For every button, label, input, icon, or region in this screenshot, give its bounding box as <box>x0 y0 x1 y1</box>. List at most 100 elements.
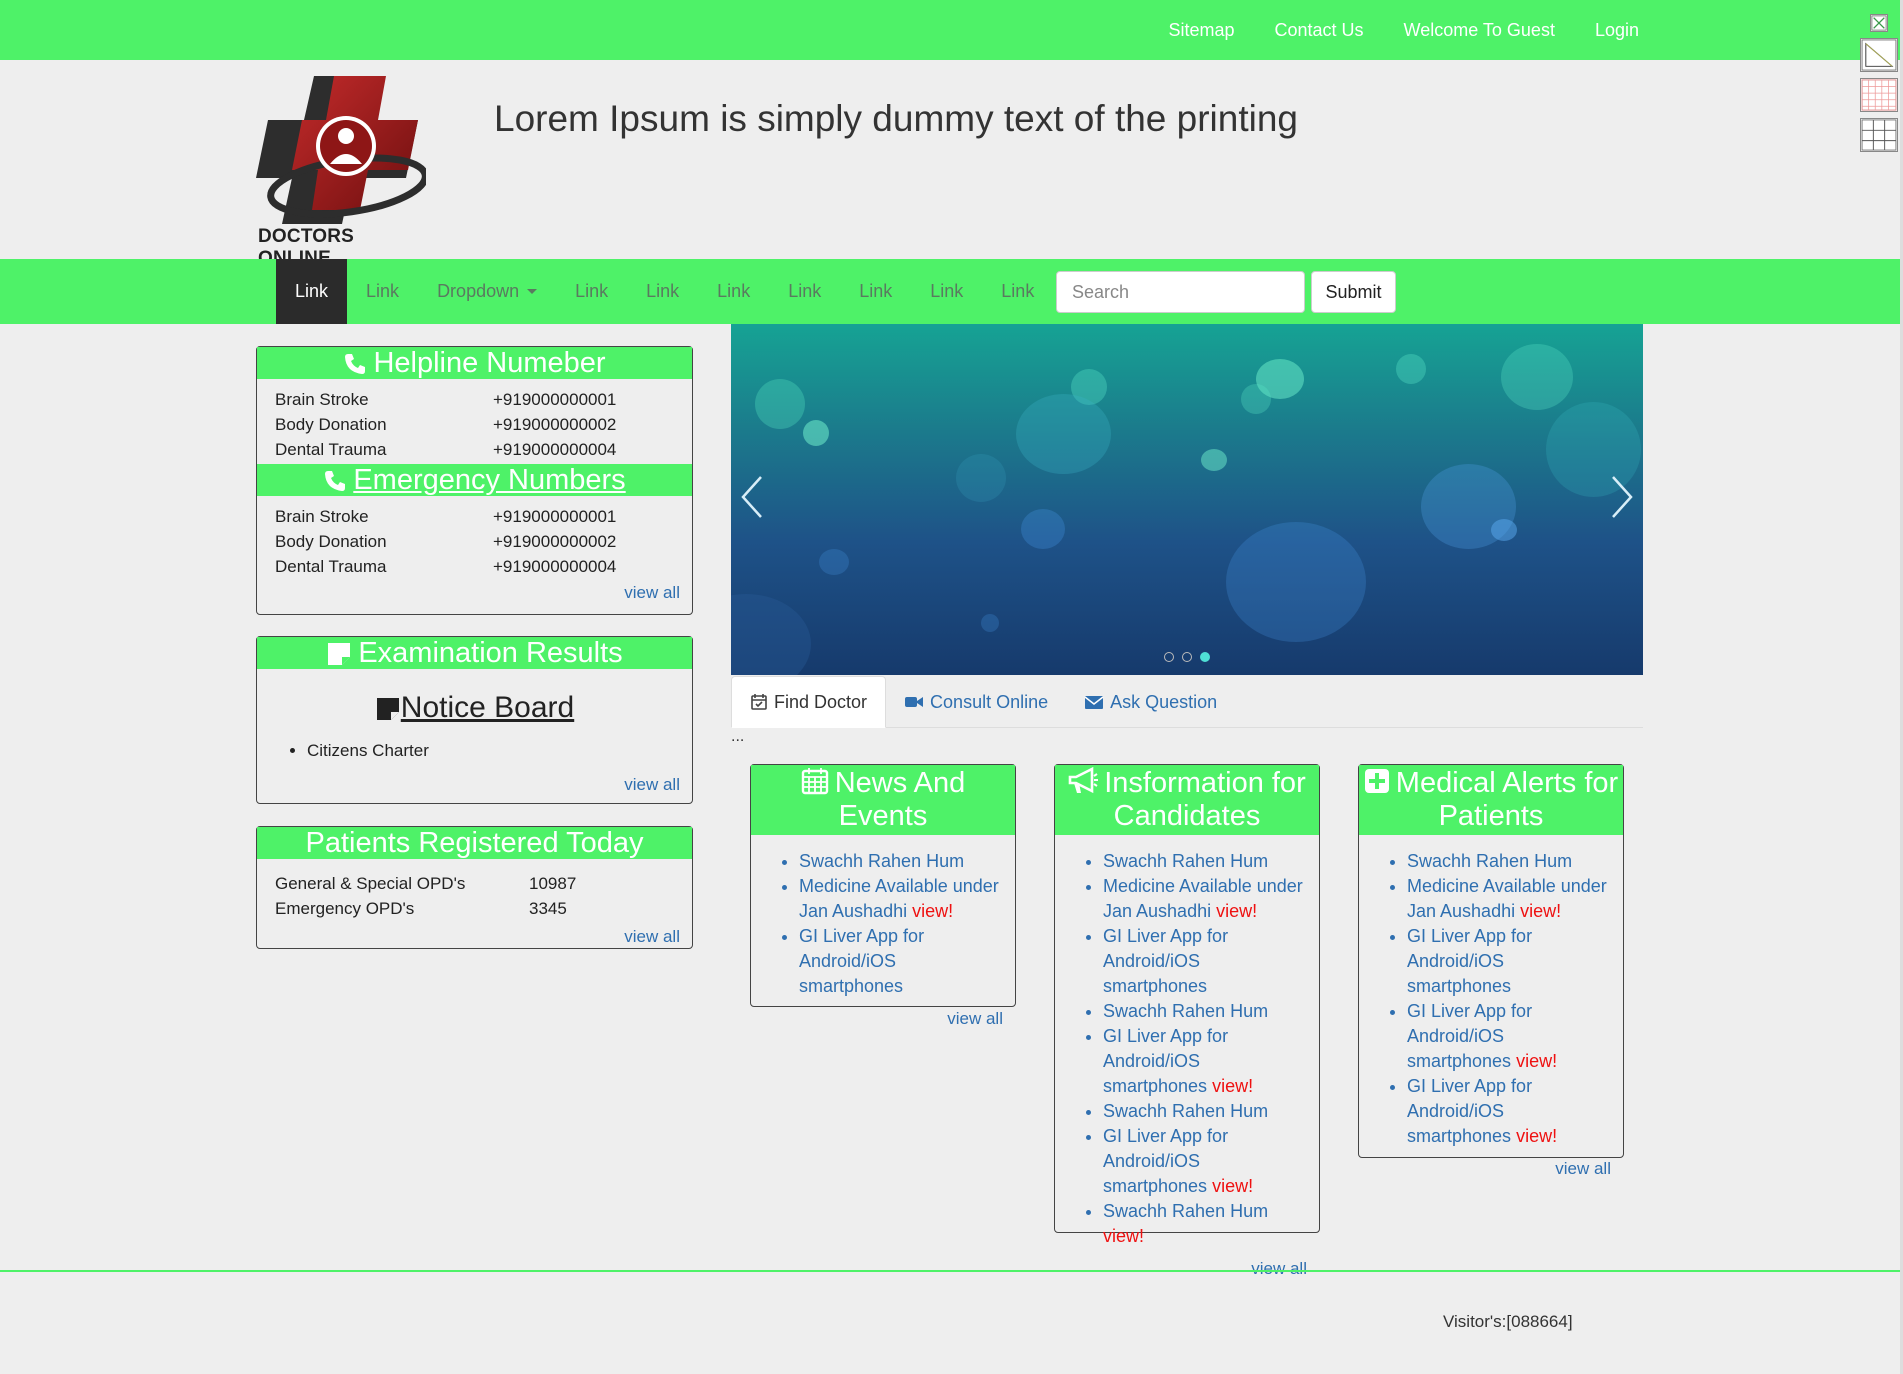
new-badge[interactable]: view! <box>1216 901 1257 921</box>
nav-link-9[interactable]: Link <box>982 259 1053 324</box>
list-item[interactable]: Swachh Rahen Hum <box>1103 1099 1309 1124</box>
helpline-row: Brain Stroke +919000000001 <box>275 390 617 409</box>
news-view-all-link[interactable]: view all <box>751 1009 1015 1029</box>
list-item[interactable]: Medicine Available under Jan Aushadhi vi… <box>1407 874 1613 924</box>
image-carousel[interactable] <box>731 324 1643 675</box>
helpline-row: Dental Trauma +919000000004 <box>275 440 617 459</box>
alerts-list: Swachh Rahen HumMedicine Available under… <box>1359 835 1623 1149</box>
new-badge[interactable]: view! <box>1103 1226 1144 1246</box>
list-item[interactable]: GI Liver App for Android/iOS smartphones <box>1103 924 1309 999</box>
grid-red-icon[interactable] <box>1860 78 1898 112</box>
bokeh-bubble <box>1491 519 1517 541</box>
candidates-title: Insformation for Candidates <box>1104 767 1306 832</box>
new-badge[interactable]: view! <box>1212 1076 1253 1096</box>
envelope-icon <box>1084 696 1104 709</box>
list-item[interactable]: Swachh Rahen Hum <box>1103 999 1309 1024</box>
helpline-title: Helpline Numeber <box>373 347 606 379</box>
carousel-dot[interactable] <box>1182 652 1192 662</box>
new-badge[interactable]: view! <box>1516 1051 1557 1071</box>
nav-link-2[interactable]: Link <box>347 259 418 324</box>
tab-consult-online[interactable]: Consult Online <box>886 676 1066 728</box>
emergency-row: Dental Trauma +919000000004 <box>275 557 617 576</box>
carousel-dot[interactable] <box>1200 652 1210 662</box>
list-item[interactable]: GI Liver App for Android/iOS smartphones… <box>1103 1024 1309 1099</box>
welcome-link[interactable]: Welcome To Guest <box>1404 20 1555 41</box>
helpline-row: Body Donation +919000000002 <box>275 415 617 434</box>
top-bar: Sitemap Contact Us Welcome To Guest Logi… <box>0 0 1900 60</box>
bokeh-bubble <box>731 594 811 675</box>
nav-link-1[interactable]: Link <box>276 259 348 324</box>
nav-link-7[interactable]: Link <box>840 259 911 324</box>
list-item[interactable]: Swachh Rahen Hum <box>1407 849 1613 874</box>
bokeh-bubble <box>956 454 1006 502</box>
caret-down-icon <box>527 289 538 294</box>
main-navbar: Link Link Dropdown Link Link Link Link L… <box>0 259 1900 324</box>
list-item[interactable]: GI Liver App for Android/iOS smartphones <box>799 924 1005 999</box>
list-item[interactable]: Medicine Available under Jan Aushadhi vi… <box>799 874 1005 924</box>
candidates-header: Insformation for Candidates <box>1055 765 1319 835</box>
exam-view-all-link[interactable]: view all <box>257 775 692 795</box>
logo[interactable]: DOCTORS ONLINE <box>256 74 429 269</box>
patients-view-all-link[interactable]: view all <box>257 927 692 947</box>
nav-link-4[interactable]: Link <box>627 259 698 324</box>
new-badge[interactable]: view! <box>1520 901 1561 921</box>
site-header: DOCTORS ONLINE Lorem Ipsum is simply dum… <box>256 74 1656 269</box>
bokeh-bubble <box>819 549 849 575</box>
tab-content: ... <box>731 728 745 745</box>
notice-board-heading[interactable]: Notice Board <box>257 691 692 725</box>
top-links: Sitemap Contact Us Welcome To Guest Logi… <box>1168 0 1639 60</box>
new-badge[interactable]: view! <box>1516 1126 1557 1146</box>
nav-dropdown[interactable]: Dropdown <box>418 259 556 324</box>
list-item[interactable]: Swachh Rahen Hum <box>1103 849 1309 874</box>
nav-link-3[interactable]: Link <box>556 259 627 324</box>
tab-find-doctor[interactable]: Find Doctor <box>731 676 887 728</box>
candidates-list: Swachh Rahen HumMedicine Available under… <box>1055 835 1319 1249</box>
nav-link-6[interactable]: Link <box>769 259 840 324</box>
list-item[interactable]: GI Liver App for Android/iOS smartphones <box>1407 924 1613 999</box>
close-box-icon[interactable] <box>1870 14 1888 32</box>
patients-box: Patients Registered Today General & Spec… <box>256 826 693 949</box>
carousel-prev-icon[interactable] <box>739 474 765 520</box>
carousel-next-icon[interactable] <box>1609 474 1635 520</box>
alerts-view-all-link[interactable]: view all <box>1359 1159 1623 1179</box>
new-badge[interactable]: view! <box>1212 1176 1253 1196</box>
list-item[interactable]: GI Liver App for Android/iOS smartphones… <box>1103 1124 1309 1199</box>
nav-link-8[interactable]: Link <box>911 259 982 324</box>
candidates-info-box: Insformation for Candidates Swachh Rahen… <box>1054 764 1320 1278</box>
doctor-cross-logo-icon <box>256 76 429 224</box>
submit-button[interactable]: Submit <box>1311 271 1396 313</box>
bokeh-bubble <box>1226 522 1366 642</box>
triangle-tool-icon[interactable] <box>1860 38 1898 72</box>
tab-ask-question[interactable]: Ask Question <box>1066 676 1235 728</box>
calendar-icon <box>801 768 828 795</box>
candidates-items: Swachh Rahen HumMedicine Available under… <box>1103 849 1309 1249</box>
visitor-counter: Visitor's:[088664] <box>1443 1312 1573 1331</box>
sitemap-link[interactable]: Sitemap <box>1168 20 1234 41</box>
sticky-note-dark-icon <box>376 698 399 721</box>
search-input[interactable] <box>1056 271 1305 313</box>
list-item[interactable]: Swachh Rahen Hum <box>799 849 1005 874</box>
site-tagline: Lorem Ipsum is simply dummy text of the … <box>494 98 1299 139</box>
carousel-dot[interactable] <box>1164 652 1174 662</box>
patients-row: Emergency OPD's 3345 <box>275 899 567 918</box>
list-item[interactable]: Medicine Available under Jan Aushadhi vi… <box>1103 874 1309 924</box>
carousel-indicators <box>1164 652 1210 662</box>
new-badge[interactable]: view! <box>912 901 953 921</box>
emergency-rows: Brain Stroke +919000000001 Body Donation +… <box>257 496 692 579</box>
side-toolbar <box>1858 14 1900 158</box>
contact-us-link[interactable]: Contact Us <box>1275 20 1364 41</box>
bokeh-bubble <box>1501 344 1573 410</box>
list-item[interactable]: GI Liver App for Android/iOS smartphones… <box>1407 1074 1613 1149</box>
login-link[interactable]: Login <box>1595 20 1639 41</box>
list-item[interactable]: Swachh Rahen Hum view! <box>1103 1199 1309 1249</box>
candidates-view-all-link[interactable]: view all <box>1055 1259 1319 1279</box>
notice-item[interactable]: Citizens Charter <box>307 739 692 763</box>
grid-icon[interactable] <box>1860 118 1898 152</box>
bokeh-bubble <box>981 614 999 632</box>
news-items: Swachh Rahen HumMedicine Available under… <box>799 849 1005 999</box>
nav-link-5[interactable]: Link <box>698 259 769 324</box>
notice-board-title: Notice Board <box>400 691 575 724</box>
emergency-title[interactable]: Emergency Numbers <box>353 464 625 496</box>
emergency-view-all-link[interactable]: view all <box>257 583 692 603</box>
list-item[interactable]: GI Liver App for Android/iOS smartphones… <box>1407 999 1613 1074</box>
